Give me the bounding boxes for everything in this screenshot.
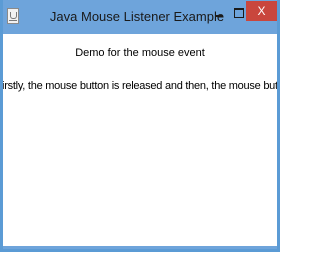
app-window: Java Mouse Listener Example X Demo for t… [0, 0, 280, 252]
minimize-button[interactable] [209, 4, 229, 22]
java-app-icon [7, 8, 19, 24]
close-button[interactable]: X [246, 1, 277, 21]
window-title: Java Mouse Listener Example [49, 9, 225, 24]
title-bar[interactable]: Java Mouse Listener Example X [3, 0, 277, 34]
demo-heading-label: Demo for the mouse event [75, 47, 205, 59]
mouse-event-status-label: irstly, the mouse button is released and… [3, 80, 277, 92]
content-panel[interactable]: Demo for the mouse event irstly, the mou… [3, 34, 277, 246]
